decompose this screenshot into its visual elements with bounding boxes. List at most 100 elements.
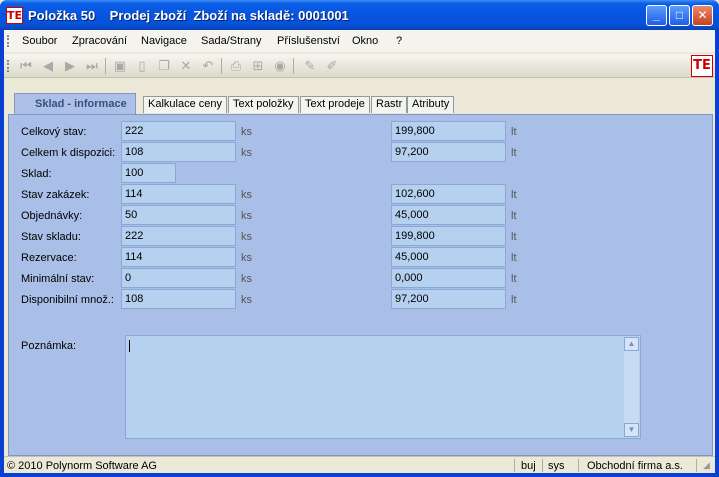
tree-icon[interactable]: ⊞ xyxy=(250,58,266,74)
print-icon[interactable]: ⎙ xyxy=(228,58,244,74)
menu-zpracovani[interactable]: Zpracování xyxy=(72,35,127,47)
toolbar-separator xyxy=(105,58,106,74)
menu-navigace[interactable]: Navigace xyxy=(141,35,187,47)
unit-label: ks xyxy=(241,273,252,285)
delete-icon[interactable]: ✕ xyxy=(178,58,194,74)
unit-label: lt xyxy=(511,126,517,138)
toolbar: ⏮ ◀ ▶ ⏭ ▣ ▯ ❐ ✕ ↶ ⎙ ⊞ ◉ ✎ ✐ xyxy=(4,54,715,78)
menu-bar: Soubor Zpracování Navigace Sada/Strany P… xyxy=(4,30,715,52)
field-label: Disponibilní množ.: xyxy=(21,294,114,306)
status-user: buj xyxy=(521,460,536,472)
tab-text-polozky[interactable]: Text položky xyxy=(228,96,299,113)
next-record-icon[interactable]: ▶ xyxy=(62,58,78,74)
field-label: Stav zakázek: xyxy=(21,189,90,201)
quantity-field[interactable]: 108 xyxy=(121,289,236,309)
last-record-icon[interactable]: ⏭ xyxy=(84,58,100,74)
tab-text-prodeje[interactable]: Text prodeje xyxy=(300,96,370,113)
menu-soubor[interactable]: Soubor xyxy=(22,35,57,47)
volume-field[interactable]: 45,000 xyxy=(391,205,506,225)
menu-prislusenstvi[interactable]: Příslušenství xyxy=(277,35,340,47)
menu-help[interactable]: ? xyxy=(396,35,402,47)
volume-field[interactable]: 97,200 xyxy=(391,142,506,162)
field-label: Objednávky: xyxy=(21,210,83,222)
brand-logo-icon: TE xyxy=(691,55,713,77)
quantity-field[interactable]: 114 xyxy=(121,184,236,204)
sklad-informace-panel: Celkový stav: 222 ks 199,800 lt Celkem k disp… xyxy=(8,114,713,456)
minimize-button[interactable]: _ xyxy=(646,5,667,26)
quantity-field[interactable]: 222 xyxy=(121,121,236,141)
app-logo-icon[interactable]: TE xyxy=(6,7,23,24)
status-system: sys xyxy=(548,460,565,472)
application-window: TE Položka 50 Prodej zboží Zboží na skla… xyxy=(0,0,719,477)
volume-field[interactable]: 97,200 xyxy=(391,289,506,309)
disc-icon[interactable]: ◉ xyxy=(272,58,288,74)
maximize-button[interactable]: □ xyxy=(669,5,690,26)
quantity-field[interactable]: 108 xyxy=(121,142,236,162)
tab-sklad-informace[interactable]: Sklad - informace xyxy=(14,93,136,114)
tab-atributy[interactable]: Atributy xyxy=(407,96,455,113)
tab-rastr[interactable]: Rastr xyxy=(371,96,408,113)
tab-strip: Sklad - informace Kalkulace ceny Text po… xyxy=(4,80,715,116)
quantity-field[interactable]: 50 xyxy=(121,205,236,225)
text-caret xyxy=(129,340,130,352)
edit-alt-icon[interactable]: ✐ xyxy=(324,58,340,74)
window-title: Položka 50 Prodej zboží Zboží na skladě:… xyxy=(28,8,349,23)
unit-label: ks xyxy=(241,189,252,201)
tab-kalkulace-ceny[interactable]: Kalkulace ceny xyxy=(143,96,227,113)
unit-label: ks xyxy=(241,147,252,159)
status-copyright: © 2010 Polynorm Software AG xyxy=(7,460,157,472)
quantity-field[interactable]: 222 xyxy=(121,226,236,246)
status-separator xyxy=(578,459,579,472)
unit-label: ks xyxy=(241,210,252,222)
edit-icon[interactable]: ✎ xyxy=(302,58,318,74)
note-textarea[interactable]: ▲ ▼ xyxy=(125,335,641,439)
scroll-down-icon[interactable]: ▼ xyxy=(624,423,639,437)
unit-label: ks xyxy=(241,252,252,264)
unit-label: lt xyxy=(511,210,517,222)
previous-record-icon[interactable]: ◀ xyxy=(40,58,56,74)
scroll-up-icon[interactable]: ▲ xyxy=(624,337,639,351)
field-label: Sklad: xyxy=(21,168,52,180)
resize-grip-icon[interactable]: ◢ xyxy=(703,460,714,471)
status-separator xyxy=(542,459,543,472)
volume-field[interactable]: 102,600 xyxy=(391,184,506,204)
status-separator xyxy=(696,459,697,472)
status-company: Obchodní firma a.s. xyxy=(587,460,683,472)
menu-sada-strany[interactable]: Sada/Strany xyxy=(201,35,262,47)
first-record-icon[interactable]: ⏮ xyxy=(18,58,34,74)
status-separator xyxy=(514,459,515,472)
note-scrollbar[interactable]: ▲ ▼ xyxy=(624,337,639,437)
volume-field[interactable]: 0,000 xyxy=(391,268,506,288)
unit-label: lt xyxy=(511,189,517,201)
toolbar-separator xyxy=(293,58,294,74)
volume-field[interactable]: 199,800 xyxy=(391,226,506,246)
quantity-field[interactable]: 100 xyxy=(121,163,176,183)
client-area: Soubor Zpracování Navigace Sada/Strany P… xyxy=(4,30,715,473)
field-label: Rezervace: xyxy=(21,252,77,264)
field-label: Celkový stav: xyxy=(21,126,87,138)
menu-okno[interactable]: Okno xyxy=(352,35,378,47)
menu-grip[interactable] xyxy=(7,35,10,47)
field-label: Celkem k dispozici: xyxy=(21,147,116,159)
title-bar[interactable]: TE Položka 50 Prodej zboží Zboží na skla… xyxy=(0,0,719,30)
unit-label: ks xyxy=(241,294,252,306)
unit-label: ks xyxy=(241,231,252,243)
new-document-icon[interactable]: ▯ xyxy=(134,58,150,74)
unit-label: lt xyxy=(511,252,517,264)
copy-icon[interactable]: ❐ xyxy=(156,58,172,74)
volume-field[interactable]: 199,800 xyxy=(391,121,506,141)
close-button[interactable]: ✕ xyxy=(692,5,713,26)
unit-label: ks xyxy=(241,126,252,138)
quantity-field[interactable]: 0 xyxy=(121,268,236,288)
unit-label: lt xyxy=(511,294,517,306)
quantity-field[interactable]: 114 xyxy=(121,247,236,267)
field-label: Minimální stav: xyxy=(21,273,95,285)
save-icon[interactable]: ▣ xyxy=(112,58,128,74)
toolbar-separator xyxy=(221,58,222,74)
undo-icon[interactable]: ↶ xyxy=(200,58,216,74)
volume-field[interactable]: 45,000 xyxy=(391,247,506,267)
unit-label: lt xyxy=(511,231,517,243)
status-bar: © 2010 Polynorm Software AG buj sys Obch… xyxy=(4,456,715,473)
toolbar-grip[interactable] xyxy=(7,60,10,72)
note-label: Poznámka: xyxy=(21,340,77,352)
